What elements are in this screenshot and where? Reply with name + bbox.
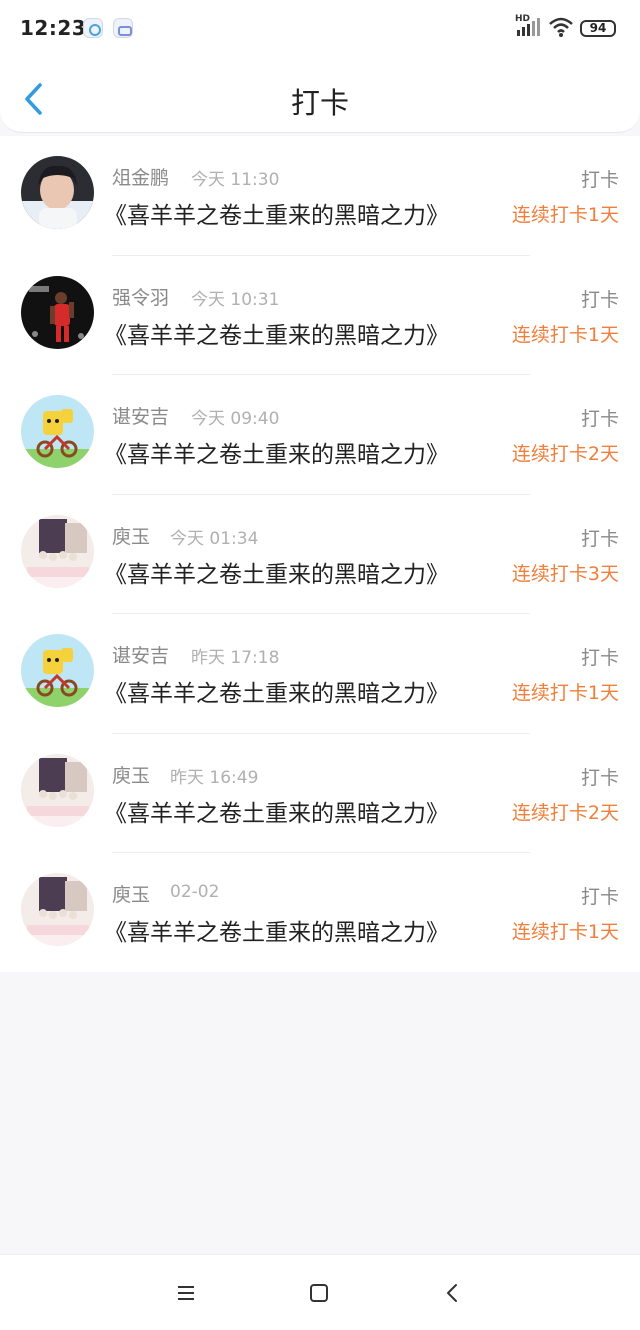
user-name: 强令羽 xyxy=(112,286,170,309)
avatar[interactable] xyxy=(21,395,94,468)
checkin-row[interactable]: 庾玉 昨天 16:49 《喜羊羊之卷土重来的黑暗之力》 打卡 连续打卡2天 xyxy=(0,734,640,854)
checkin-action-label: 打卡 xyxy=(580,408,619,430)
user-name: 庾玉 xyxy=(112,884,151,906)
checkin-time: 昨天 16:49 xyxy=(170,767,259,788)
page-title: 打卡 xyxy=(290,86,349,120)
avatar-cartoon-bike-icon xyxy=(21,395,94,468)
app-notification-icon xyxy=(83,18,103,38)
book-title[interactable]: 《喜羊羊之卷土重来的黑暗之力》 xyxy=(104,316,449,350)
checkin-time: 今天 09:40 xyxy=(191,409,280,429)
avatar[interactable] xyxy=(21,275,94,349)
user-name: 谌安吉 xyxy=(112,406,170,428)
avatar[interactable] xyxy=(21,873,94,946)
avatar[interactable] xyxy=(21,634,94,707)
checkin-time: 今天 01:34 xyxy=(170,528,259,549)
avatar[interactable] xyxy=(21,753,94,827)
streak-label: 连续打卡1天 xyxy=(511,921,619,943)
checkin-action-label: 打卡 xyxy=(580,527,619,550)
system-nav-bar xyxy=(0,1254,640,1330)
checkin-time: 02-02 xyxy=(170,882,220,902)
checkin-row[interactable]: 俎金鹏 今天 11:30 《喜羊羊之卷土重来的黑暗之力》 打卡 连续打卡1天 xyxy=(0,136,640,256)
avatar-room-decor-icon xyxy=(21,514,94,588)
page-header: 打卡 xyxy=(0,58,640,133)
streak-label: 连续打卡1天 xyxy=(511,323,619,346)
status-time: 12:23 xyxy=(20,16,87,40)
checkin-action-label: 打卡 xyxy=(580,766,619,789)
checkin-row[interactable]: 谌安吉 昨天 17:18 《喜羊羊之卷土重来的黑暗之力》 打卡 连续打卡1天 xyxy=(0,614,640,734)
checkin-action-label: 打卡 xyxy=(580,647,619,669)
streak-label: 连续打卡3天 xyxy=(511,562,619,585)
checkin-action-label: 打卡 xyxy=(580,169,619,191)
checkin-time: 昨天 17:18 xyxy=(191,648,280,668)
avatar-room-decor-icon xyxy=(21,753,94,827)
avatar-cartoon-bike-icon xyxy=(21,634,94,707)
menu-icon[interactable] xyxy=(174,1281,198,1305)
avatar-room-decor-icon xyxy=(21,873,94,946)
streak-label: 连续打卡1天 xyxy=(511,682,619,704)
signal-icon xyxy=(517,18,540,36)
book-title[interactable]: 《喜羊羊之卷土重来的黑暗之力》 xyxy=(104,674,449,708)
streak-label: 连续打卡2天 xyxy=(511,443,619,465)
user-name: 庾玉 xyxy=(112,525,151,548)
avatar-basketball-icon xyxy=(21,275,94,349)
home-square-icon[interactable] xyxy=(307,1281,331,1305)
streak-label: 连续打卡1天 xyxy=(511,204,619,226)
checkin-list: 俎金鹏 今天 11:30 《喜羊羊之卷土重来的黑暗之力》 打卡 连续打卡1天 强… xyxy=(0,136,640,972)
checkin-row[interactable]: 庾玉 今天 01:34 《喜羊羊之卷土重来的黑暗之力》 打卡 连续打卡3天 xyxy=(0,495,640,615)
wifi-icon xyxy=(549,17,573,37)
book-title[interactable]: 《喜羊羊之卷土重来的黑暗之力》 xyxy=(104,794,449,828)
checkin-action-label: 打卡 xyxy=(580,886,619,908)
battery-icon: 94 xyxy=(580,20,616,37)
back-chevron-icon[interactable] xyxy=(441,1281,465,1305)
checkin-action-label: 打卡 xyxy=(580,288,619,311)
user-name: 俎金鹏 xyxy=(112,167,170,189)
avatar-photo-icon xyxy=(21,156,94,229)
book-title[interactable]: 《喜羊羊之卷土重来的黑暗之力》 xyxy=(104,555,449,589)
status-bar: 12:23 HD 94 xyxy=(0,0,640,58)
app-notification-icon xyxy=(113,18,133,38)
book-title[interactable]: 《喜羊羊之卷土重来的黑暗之力》 xyxy=(104,435,449,469)
user-name: 庾玉 xyxy=(112,764,151,787)
book-title[interactable]: 《喜羊羊之卷土重来的黑暗之力》 xyxy=(104,196,449,230)
book-title[interactable]: 《喜羊羊之卷土重来的黑暗之力》 xyxy=(104,913,449,947)
checkin-row[interactable]: 强令羽 今天 10:31 《喜羊羊之卷土重来的黑暗之力》 打卡 连续打卡1天 xyxy=(0,256,640,376)
checkin-row[interactable]: 谌安吉 今天 09:40 《喜羊羊之卷土重来的黑暗之力》 打卡 连续打卡2天 xyxy=(0,375,640,495)
streak-label: 连续打卡2天 xyxy=(511,801,619,824)
avatar[interactable] xyxy=(21,156,94,229)
user-name: 谌安吉 xyxy=(112,645,170,667)
checkin-time: 今天 11:30 xyxy=(191,170,280,190)
avatar[interactable] xyxy=(21,514,94,588)
checkin-time: 今天 10:31 xyxy=(191,289,280,310)
checkin-row[interactable]: 庾玉 02-02 《喜羊羊之卷土重来的黑暗之力》 打卡 连续打卡1天 xyxy=(0,853,640,973)
